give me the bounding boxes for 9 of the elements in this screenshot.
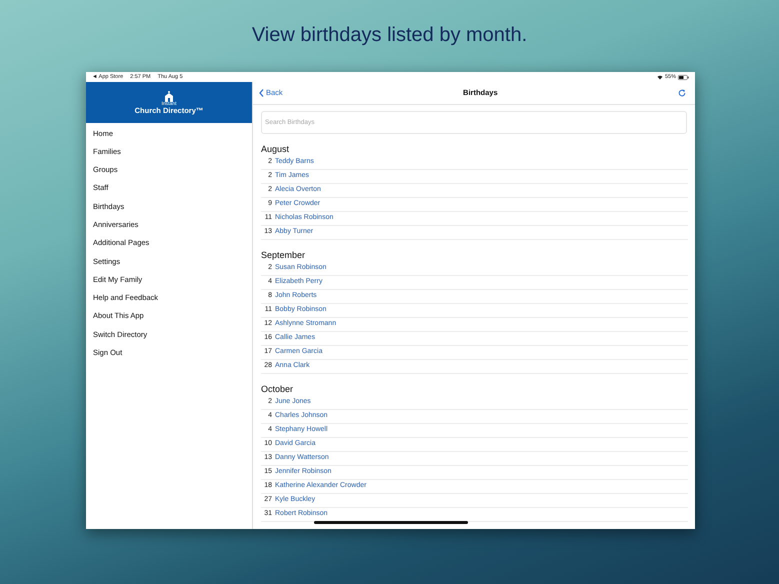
wifi-icon xyxy=(656,74,663,80)
refresh-icon[interactable] xyxy=(678,89,686,97)
battery-icon xyxy=(678,74,689,80)
chevron-left-icon xyxy=(259,89,264,97)
month-heading: September xyxy=(261,248,306,262)
month-heading: October xyxy=(261,382,294,396)
church-icon xyxy=(163,90,175,102)
month-heading: August xyxy=(261,142,290,156)
headline: View birthdays listed by month. xyxy=(252,23,528,48)
